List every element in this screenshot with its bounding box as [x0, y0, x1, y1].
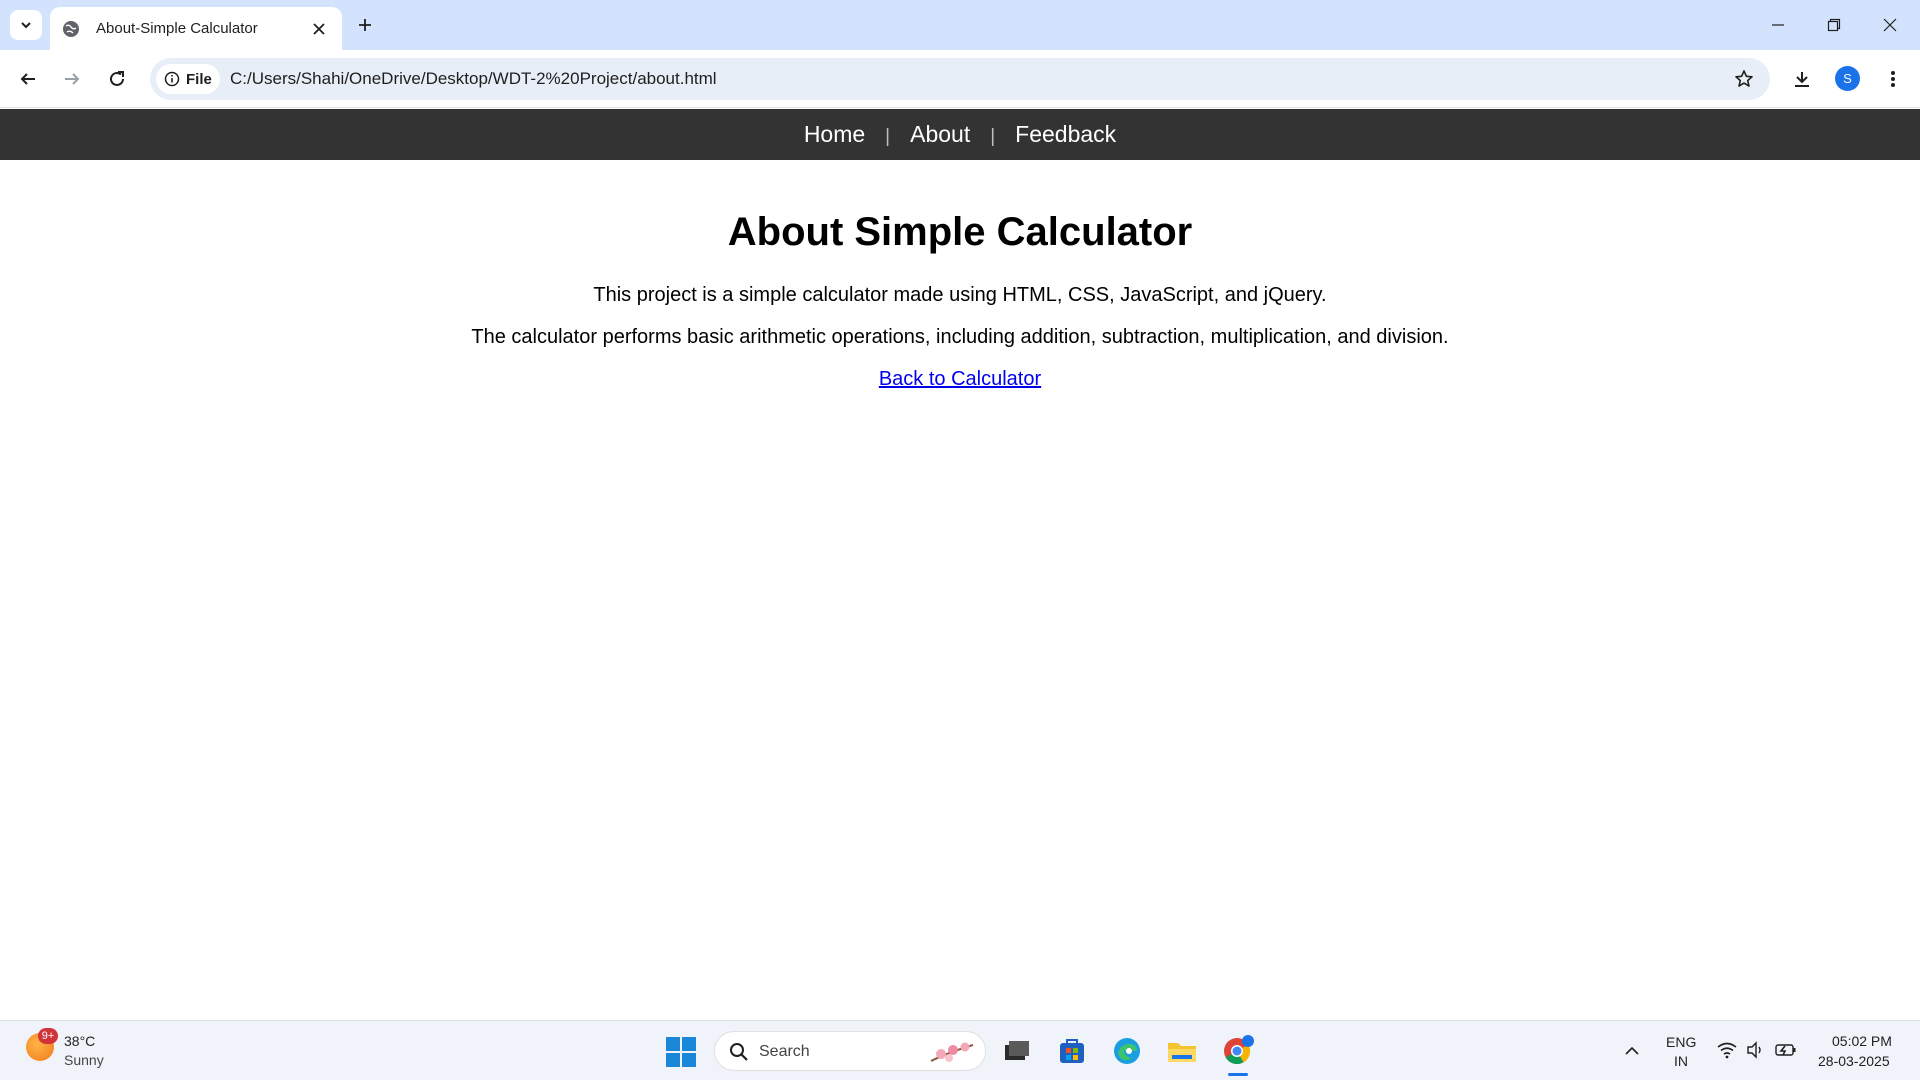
chevron-down-icon — [21, 22, 31, 29]
globe-icon — [62, 20, 80, 38]
arrow-left-icon — [20, 73, 35, 85]
search-label: Search — [759, 1043, 810, 1060]
back-button[interactable] — [13, 64, 43, 94]
main-content: About Simple Calculator This project is … — [0, 159, 1920, 391]
clock-date[interactable]: 28-03-2025 — [1818, 1053, 1890, 1069]
minimize-button[interactable] — [1758, 10, 1798, 40]
chrome-icon — [1224, 1035, 1254, 1065]
edge-browser-button[interactable] — [1110, 1034, 1144, 1068]
nav-about-link[interactable]: About — [890, 121, 990, 148]
tab-strip: About-Simple Calculator — [0, 0, 1920, 50]
clock-time[interactable]: 05:02 PM — [1832, 1033, 1892, 1049]
browser-menu-button[interactable] — [1878, 64, 1908, 94]
downloads-button[interactable] — [1787, 64, 1817, 94]
active-tab[interactable]: About-Simple Calculator — [50, 7, 342, 50]
volume-icon[interactable] — [1746, 1041, 1764, 1059]
browser-toolbar: File C:/Users/Shahi/OneDrive/Desktop/WDT… — [0, 50, 1920, 108]
windows-start-icon[interactable] — [666, 1037, 696, 1067]
taskbar: 9+ 38°C Sunny Search ENG IN 05:02 PM 28-… — [0, 1020, 1920, 1080]
language-indicator[interactable]: ENG — [1666, 1034, 1696, 1050]
file-explorer-button[interactable] — [1165, 1034, 1199, 1068]
store-icon — [1060, 1039, 1084, 1063]
edge-icon — [1114, 1038, 1140, 1064]
description-paragraph-2: The calculator performs basic arithmetic… — [471, 326, 1449, 348]
page-title: About Simple Calculator — [727, 210, 1193, 254]
battery-charging-icon[interactable] — [1775, 1041, 1797, 1059]
new-tab-button[interactable] — [352, 12, 378, 38]
reload-button[interactable] — [102, 64, 132, 94]
task-view-icon — [1005, 1041, 1029, 1060]
download-icon — [1795, 72, 1809, 87]
restore-icon — [1827, 18, 1841, 32]
close-window-button[interactable] — [1870, 10, 1910, 40]
reload-icon — [110, 71, 124, 86]
wifi-icon[interactable] — [1717, 1041, 1737, 1059]
chrome-taskbar-button[interactable] — [1221, 1034, 1255, 1068]
arrow-right-icon — [65, 73, 80, 85]
star-icon — [1735, 70, 1753, 87]
site-navbar: Home | About | Feedback — [0, 109, 1920, 160]
weather-temperature: 38°C — [64, 1033, 96, 1049]
folder-icon — [1168, 1043, 1196, 1062]
profile-avatar[interactable]: S — [1835, 66, 1860, 91]
forward-button[interactable] — [57, 64, 87, 94]
close-tab-icon[interactable] — [308, 18, 330, 40]
chevron-up-icon[interactable] — [1624, 1045, 1640, 1057]
tab-title: About-Simple Calculator — [96, 20, 258, 37]
nav-feedback-link[interactable]: Feedback — [995, 121, 1136, 148]
region-indicator: IN — [1674, 1053, 1688, 1069]
page-viewport: Home | About | Feedback About Simple Cal… — [0, 109, 1920, 1020]
url-text[interactable]: C:/Users/Shahi/OneDrive/Desktop/WDT-2%20… — [230, 69, 717, 89]
minimize-icon — [1772, 24, 1784, 26]
microsoft-store-button[interactable] — [1055, 1034, 1089, 1068]
task-view-button[interactable] — [1000, 1034, 1034, 1068]
chip-label: File — [186, 70, 212, 88]
tab-search-button[interactable] — [10, 10, 42, 40]
close-icon — [1883, 18, 1897, 32]
bookmark-star-button[interactable] — [1730, 65, 1758, 93]
search-icon — [730, 1043, 748, 1061]
back-to-calculator-link[interactable]: Back to Calculator — [879, 368, 1041, 391]
chrome-active-indicator — [1228, 1073, 1248, 1076]
more-vertical-icon — [1891, 71, 1895, 87]
info-icon — [164, 71, 180, 87]
notification-badge: 9+ — [38, 1028, 58, 1044]
site-info-chip[interactable]: File — [156, 64, 220, 94]
taskbar-search[interactable]: Search — [714, 1031, 986, 1071]
restore-button[interactable] — [1814, 10, 1854, 40]
nav-home-link[interactable]: Home — [784, 121, 885, 148]
description-paragraph-1: This project is a simple calculator made… — [593, 284, 1327, 306]
address-bar[interactable]: File C:/Users/Shahi/OneDrive/Desktop/WDT… — [150, 58, 1770, 100]
blossom-highlight-icon — [930, 1042, 974, 1062]
plus-icon — [359, 19, 371, 31]
weather-condition: Sunny — [64, 1052, 104, 1068]
